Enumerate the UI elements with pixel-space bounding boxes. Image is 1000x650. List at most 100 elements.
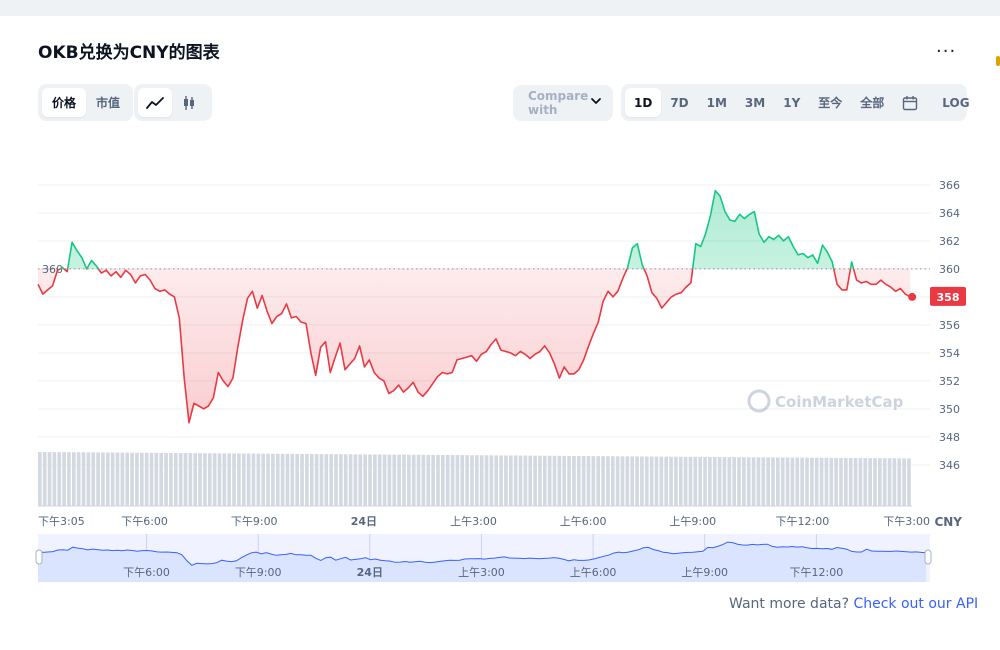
volume-bar: [698, 456, 703, 506]
watermark-text: CoinMarketCap: [775, 393, 904, 411]
navigator-tick-label: 24日: [357, 566, 383, 579]
volume-bar: [892, 458, 897, 506]
volume-bar: [878, 458, 882, 506]
volume-bar: [38, 452, 42, 506]
volume-bar: [902, 458, 906, 506]
y-tick-label: 356: [939, 319, 960, 332]
last-price-dot: [908, 292, 917, 301]
volume-bar: [52, 452, 57, 506]
volume-bar: [62, 452, 66, 506]
volume-bar: [508, 455, 513, 506]
volume-bar: [542, 455, 547, 506]
volume-bar: [839, 457, 843, 506]
volume-bar: [207, 453, 212, 506]
volume-bar: [654, 456, 659, 506]
volume-bar: [96, 452, 100, 506]
volume-bar: [562, 455, 567, 506]
volume-bar: [392, 454, 397, 506]
volume-bar: [533, 455, 537, 506]
volume-bar: [630, 456, 635, 506]
volume-bar: [81, 452, 86, 506]
volume-bar: [610, 456, 615, 506]
volume-bar: [334, 454, 338, 506]
volume-bar: [47, 452, 52, 506]
volume-bar: [309, 454, 314, 506]
volume-bar: [295, 453, 299, 506]
volume-bar: [635, 456, 639, 506]
last-price-label: 358: [937, 291, 960, 304]
volume-bar: [42, 452, 47, 506]
volume-bar: [712, 457, 717, 506]
volume-bar: [232, 453, 236, 506]
volume-bar: [261, 453, 266, 506]
volume-bar: [824, 457, 829, 506]
volume-bar: [538, 455, 542, 506]
y-tick-label: 366: [939, 179, 960, 192]
volume-bar: [130, 452, 134, 506]
navigator-handle-right[interactable]: [924, 549, 932, 565]
x-tick-label: 上午9:00: [669, 515, 716, 528]
volume-bar: [829, 457, 834, 506]
volume-bar: [742, 457, 746, 506]
currency-label: CNY: [934, 515, 962, 529]
volume-bar: [358, 454, 363, 506]
volume-bar: [382, 454, 387, 506]
navigator-tick-label: 下午12:00: [790, 566, 844, 579]
volume-bar: [601, 456, 605, 506]
y-tick-label: 360: [939, 263, 960, 276]
volume-bar: [139, 452, 144, 506]
x-tick-label: 上午3:00: [450, 515, 497, 528]
y-tick-label: 362: [939, 235, 960, 248]
volume-bar: [353, 454, 358, 506]
volume-bar: [800, 457, 804, 506]
volume-bar: [552, 455, 557, 506]
volume-bar: [271, 453, 275, 506]
y-tick-label: 350: [939, 403, 960, 416]
navigator-tick-label: 下午6:00: [123, 566, 170, 579]
navigator-handle-left[interactable]: [35, 549, 43, 565]
volume-bar: [776, 457, 780, 506]
volume-bar: [227, 453, 232, 506]
volume-bar: [882, 458, 887, 506]
volume-bar: [324, 454, 329, 506]
volume-bar: [441, 454, 445, 506]
volume-bar: [746, 457, 751, 506]
volume-bar: [644, 456, 649, 506]
volume-bar: [805, 457, 809, 506]
x-tick-label: 下午6:00: [121, 515, 168, 528]
volume-bar: [717, 457, 722, 506]
volume-bar: [790, 457, 795, 506]
volume-bar: [858, 458, 863, 506]
volume-bar: [460, 455, 465, 506]
volume-bar: [465, 455, 469, 506]
volume-bar: [169, 452, 173, 506]
volume-bar: [251, 453, 256, 506]
volume-bar: [596, 456, 601, 506]
volume-bar: [300, 453, 304, 506]
volume-bar: [416, 454, 421, 506]
volume-bar: [819, 457, 824, 506]
volume-bar: [887, 458, 892, 506]
y-tick-label: 354: [939, 347, 960, 360]
volume-bar: [708, 456, 712, 506]
volume-bar: [212, 453, 217, 506]
volume-bar: [795, 457, 800, 506]
volume-bar: [873, 458, 877, 506]
volume-bar: [329, 454, 333, 506]
volume-bar: [135, 452, 139, 506]
price-chart[interactable]: 366364362360358356354352350348346360358C…: [0, 0, 1000, 650]
volume-bar: [407, 454, 411, 506]
navigator-tick-label: 上午6:00: [570, 566, 617, 579]
volume-bar: [475, 455, 479, 506]
navigator-tick-label: 上午3:00: [458, 566, 505, 579]
coinmarketcap-watermark: CoinMarketCap: [747, 389, 904, 413]
volume-bar: [377, 454, 382, 506]
volume-bar: [363, 454, 367, 506]
volume-bar: [649, 456, 654, 506]
volume-bar: [722, 457, 727, 506]
volume-bar: [557, 455, 562, 506]
volume-bar: [683, 456, 688, 506]
volume-bar: [314, 454, 319, 506]
volume-bar: [688, 456, 693, 506]
volume-bar: [615, 456, 620, 506]
